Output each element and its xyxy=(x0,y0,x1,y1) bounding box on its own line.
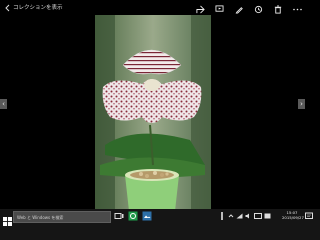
chevron-up-icon[interactable] xyxy=(228,213,234,219)
taskbar-search-box[interactable]: Web と Windows を検索 xyxy=(13,211,111,223)
taskbar-clock[interactable]: 15:07 2015/09/27 xyxy=(282,210,304,220)
keyboard-icon[interactable] xyxy=(254,213,262,219)
task-view-icon[interactable] xyxy=(114,211,124,221)
ime-icon[interactable] xyxy=(264,213,271,219)
photo-viewer-image xyxy=(95,15,211,211)
clock-date: 2015/09/27 xyxy=(282,215,304,220)
tray-divider xyxy=(221,212,223,220)
previous-photo-button[interactable]: ‹ xyxy=(0,99,7,109)
share-icon[interactable] xyxy=(194,3,206,15)
network-icon[interactable] xyxy=(236,213,243,219)
windows-start-icon[interactable] xyxy=(3,217,12,226)
app-icon-green[interactable] xyxy=(128,211,138,221)
window-title: コレクションを表示 xyxy=(13,5,63,11)
edit-icon[interactable] xyxy=(233,3,245,15)
delete-icon[interactable] xyxy=(272,3,284,15)
slideshow-icon[interactable] xyxy=(213,3,225,15)
search-placeholder: Web と Windows を検索 xyxy=(17,215,64,220)
next-photo-button[interactable]: › xyxy=(298,99,305,109)
more-icon[interactable] xyxy=(291,3,303,15)
back-arrow-icon[interactable] xyxy=(3,3,13,13)
orchid-photo xyxy=(95,15,211,211)
volume-icon[interactable] xyxy=(245,213,252,219)
system-tray xyxy=(221,211,271,221)
action-center-icon[interactable] xyxy=(305,212,313,220)
photos-app-icon[interactable] xyxy=(142,211,152,221)
rotate-icon[interactable] xyxy=(252,3,264,15)
